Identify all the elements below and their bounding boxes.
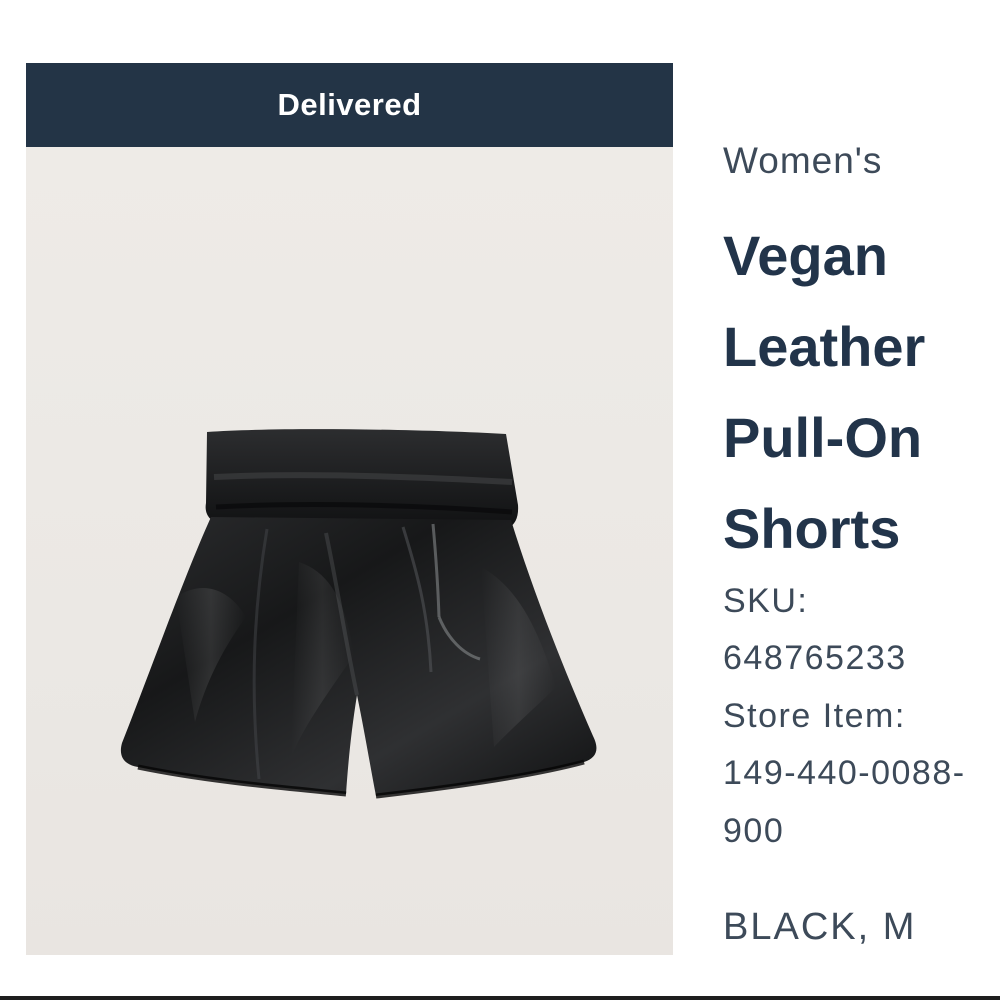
delivery-status-banner: Delivered (26, 63, 673, 147)
store-item-label: Store Item: (723, 697, 906, 735)
sku-label: SKU: (723, 582, 809, 620)
product-category: Women's (723, 140, 883, 181)
sku-value: 648765233 (723, 639, 907, 677)
product-title-line: Leather (723, 315, 926, 378)
bottom-divider (0, 996, 1000, 1000)
product-variant: BLACK, M (723, 906, 917, 948)
product-image[interactable] (26, 147, 673, 955)
product-title-line: Vegan (723, 224, 888, 287)
product-card[interactable]: Delivered (26, 63, 673, 955)
black-vegan-leather-shorts-image (120, 429, 597, 799)
order-item-page: Delivered Women's Vegan Leather Pull-On … (0, 0, 1000, 1000)
delivery-status-text: Delivered (277, 87, 422, 122)
product-title-line: Shorts (723, 497, 901, 560)
product-title-line: Pull-On (723, 406, 923, 469)
product-title[interactable]: Vegan Leather Pull-On Shorts (723, 210, 993, 574)
store-item-value-continuation: 900 (723, 812, 785, 850)
store-item-value: 149-440-0088- (723, 754, 966, 792)
